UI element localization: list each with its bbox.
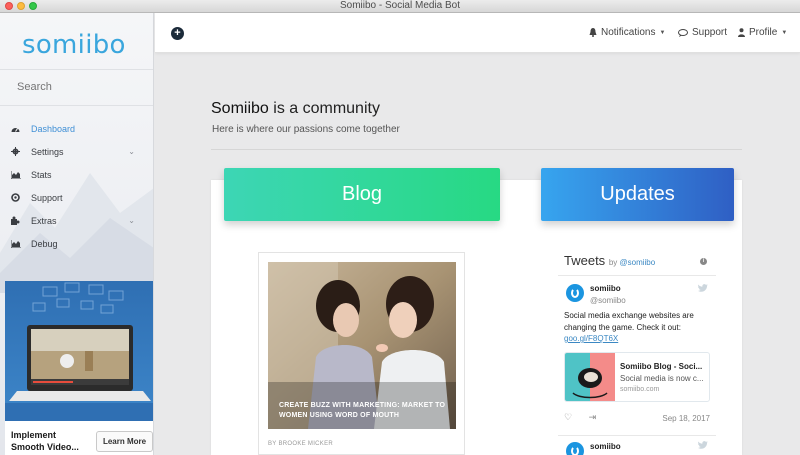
tweet-author-name[interactable]: somiibo (590, 284, 621, 293)
notifications-menu[interactable]: Notifications ▼ (589, 27, 665, 38)
page-subtitle: Here is where our passions come together (212, 124, 400, 135)
caret-down-icon: ▼ (781, 29, 788, 36)
divider (0, 69, 153, 70)
share-icon[interactable]: ⇥ (589, 412, 597, 422)
notifications-label: Notifications (601, 27, 656, 38)
tweet-link[interactable]: goo.gl/F8QT6X (564, 334, 618, 343)
sidebar-item-extras[interactable]: Extras ⌄ (0, 209, 153, 232)
chevron-down-icon: ⌄ (128, 147, 135, 156)
tweets-title: Tweets by @somiibo (564, 253, 655, 268)
page-title: Somiibo is a community (211, 100, 380, 118)
divider (558, 435, 716, 436)
search-input[interactable] (17, 81, 137, 93)
updates-button[interactable]: Updates (541, 168, 734, 221)
sidebar-item-label: Stats (31, 169, 52, 180)
area-chart-icon (0, 170, 31, 179)
divider (0, 105, 153, 106)
twitter-bird-icon[interactable] (697, 284, 708, 294)
puzzle-icon (0, 216, 31, 225)
tweet-author-name[interactable]: somiibo (590, 442, 621, 451)
advertisement[interactable]: Implement Smooth Video... Learn More (5, 281, 153, 455)
tweets-by: by @somiibo (609, 258, 655, 267)
ad-image (5, 281, 153, 421)
add-icon[interactable]: + (171, 27, 184, 40)
sidebar-item-support[interactable]: Support (0, 186, 153, 209)
tweet-card-title: Somiibo Blog - Soci... (620, 362, 703, 371)
avatar[interactable] (566, 442, 584, 455)
sidebar-item-stats[interactable]: Stats (0, 163, 153, 186)
chat-icon (678, 28, 688, 37)
tweet-link-card[interactable]: Somiibo Blog - Soci... Social media is n… (564, 352, 710, 402)
tweets-by-text: by (608, 258, 618, 267)
top-header: + Notifications ▼ Support Profile ▼ (155, 13, 800, 53)
caret-down-icon: ▼ (659, 29, 666, 36)
twitter-bird-icon[interactable] (697, 441, 708, 451)
tweet-card-image (565, 353, 615, 401)
tweets-widget: Tweets by @somiibo i somiibo @somiibo So… (558, 252, 716, 455)
blog-post-title: CREATE BUZZ WITH MARKETING: MARKET TO WO… (279, 402, 446, 419)
blog-post-image[interactable]: CREATE BUZZ WITH MARKETING: MARKET TO WO… (268, 262, 456, 429)
area-chart-icon (0, 239, 31, 248)
dashboard-icon (0, 125, 31, 133)
info-icon[interactable]: i (700, 258, 707, 265)
sidebar-item-dashboard[interactable]: Dashboard (0, 117, 153, 140)
tweet-actions: ♡ ⇥ (564, 412, 596, 423)
learn-more-button[interactable]: Learn More (96, 431, 153, 452)
tweet-card-url: somiibo.com (620, 386, 660, 393)
window-titlebar: Somiibo - Social Media Bot (0, 0, 800, 13)
sidebar-item-settings[interactable]: Settings ⌄ (0, 140, 153, 163)
sidebar-item-debug[interactable]: Debug (0, 232, 153, 255)
avatar[interactable] (566, 284, 584, 302)
blog-button[interactable]: Blog (224, 168, 500, 221)
tweets-handle-link[interactable]: @somiibo (620, 258, 656, 267)
heart-icon[interactable]: ♡ (564, 412, 572, 422)
sidebar: somiibo Dashboard Settings ⌄ Stats (0, 13, 154, 455)
tweet-text: Social media exchange websites are chang… (564, 311, 694, 332)
support-link[interactable]: Support (678, 27, 727, 38)
title-suffix: is a community (268, 100, 380, 117)
chevron-down-icon: ⌄ (128, 216, 135, 225)
sidebar-nav: Dashboard Settings ⌄ Stats Support Extra… (0, 117, 153, 255)
life-ring-icon (0, 193, 31, 202)
user-icon (738, 28, 745, 37)
window-title: Somiibo - Social Media Bot (339, 0, 461, 11)
sidebar-item-label: Debug (31, 238, 58, 249)
tweet-card-description: Social media is now c... (620, 374, 704, 383)
ad-headline: Implement Smooth Video... (11, 430, 79, 452)
sidebar-item-label: Settings (31, 146, 64, 157)
sidebar-item-label: Dashboard (31, 123, 76, 134)
tweet-author-handle[interactable]: @somiibo (590, 296, 626, 305)
divider (558, 275, 716, 276)
bell-icon (589, 28, 597, 37)
blog-post-author: BY BROOKE MICKER (268, 441, 334, 447)
somiibo-logo[interactable]: somiibo (22, 30, 126, 60)
tweet-date[interactable]: Sep 18, 2017 (662, 414, 710, 423)
divider (211, 149, 742, 150)
sidebar-item-label: Support (31, 192, 63, 203)
profile-label: Profile (749, 27, 778, 38)
blog-post-card[interactable]: CREATE BUZZ WITH MARKETING: MARKET TO WO… (258, 252, 465, 455)
tweets-title-text: Tweets (564, 253, 606, 268)
sidebar-item-label: Extras (31, 215, 57, 226)
support-label: Support (692, 27, 728, 38)
profile-menu[interactable]: Profile ▼ (738, 27, 787, 38)
brand-name: Somiibo (211, 100, 269, 117)
gear-icon (0, 147, 31, 156)
